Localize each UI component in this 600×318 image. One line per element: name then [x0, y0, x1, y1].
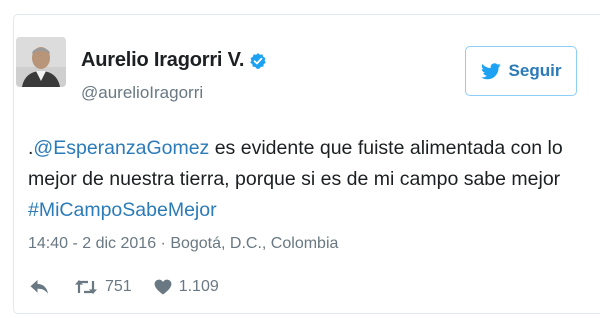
follow-button[interactable]: Seguir	[465, 46, 577, 96]
follow-button-label: Seguir	[508, 61, 562, 80]
mention-link[interactable]: @EsperanzaGomez	[33, 137, 209, 159]
like-count: 1.109	[178, 278, 219, 295]
tweet-text-line-1-rest: es evidente que fuiste alimentada con lo	[209, 137, 563, 159]
tweet-timestamp[interactable]: 14:40 - 2 dic 2016	[28, 235, 156, 252]
author-handle[interactable]: @aurelioIragorri	[81, 83, 203, 103]
retweet-icon	[75, 280, 97, 294]
meta-separator: ·	[156, 235, 171, 252]
tweet-text-line-2: mejor de nuestra tierra, porque si es de…	[28, 168, 561, 190]
reply-icon	[30, 280, 48, 294]
avatar-photo	[16, 37, 66, 87]
retweet-button[interactable]: 751	[74, 278, 132, 296]
bird-icon	[480, 62, 501, 79]
like-button[interactable]: 1.109	[154, 278, 219, 296]
retweet-count: 751	[105, 278, 132, 295]
reply-button[interactable]	[30, 279, 50, 295]
tweet-text: .@EsperanzaGomez es evidente que fuiste …	[28, 133, 573, 226]
verified-badge-icon	[249, 52, 267, 70]
tweet-text-line-3: #MiCampoSabeMejor	[28, 195, 573, 226]
heart-icon	[154, 279, 172, 295]
avatar[interactable]	[16, 37, 66, 87]
tweet-actions: 751 1.109	[30, 276, 219, 298]
hashtag-link[interactable]: #MiCampoSabeMejor	[28, 199, 217, 221]
tweet-location[interactable]: Bogotá, D.C., Colombia	[170, 235, 338, 252]
author-display-name[interactable]: Aurelio Iragorri V.	[81, 49, 244, 72]
tweet-text-line-1: .@EsperanzaGomez es evidente que fuiste …	[28, 133, 573, 164]
tweet-meta: 14:40 - 2 dic 2016 · Bogotá, D.C., Colom…	[28, 235, 338, 253]
